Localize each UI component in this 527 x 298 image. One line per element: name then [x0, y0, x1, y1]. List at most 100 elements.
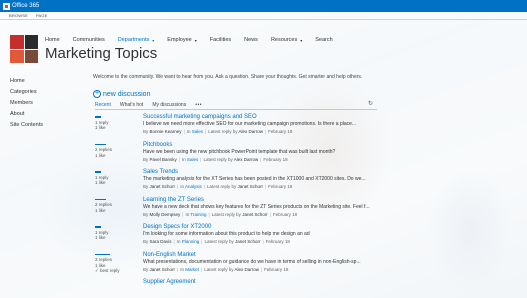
- nav-item-news[interactable]: News: [244, 37, 258, 43]
- nav-item-label: Facilities: [209, 37, 232, 43]
- discussion-title-link[interactable]: Supplier Agreement: [143, 278, 393, 286]
- author-link[interactable]: Janet Schorr: [150, 184, 176, 189]
- latest-reply-label: Latest reply by: [204, 266, 234, 272]
- category-link[interactable]: Training: [190, 212, 206, 217]
- nav-item-employee[interactable]: Employee ▾: [167, 37, 196, 43]
- discussion-stats: 2 replies 1 like: [95, 143, 137, 159]
- discussion-title-link[interactable]: Non-English Market: [143, 251, 393, 259]
- caret-down-icon: ▾: [194, 37, 197, 43]
- last-reply-author[interactable]: Janet Schorr: [242, 212, 268, 217]
- nav-item-search[interactable]: Search: [315, 37, 332, 43]
- last-reply-author[interactable]: Alex Darrow: [238, 129, 263, 134]
- office365-logo[interactable]: Office 365: [3, 2, 39, 10]
- reply-date: February 18: [268, 129, 293, 134]
- sidebar-item-site-contents[interactable]: Site Contents: [10, 120, 43, 131]
- nav-item-facilities[interactable]: Facilities: [210, 37, 231, 43]
- separator: |: [201, 239, 203, 244]
- discussion-item: 2 replies 1 like Pitchbooks Have we been us…: [95, 141, 395, 169]
- separator: |: [183, 129, 185, 134]
- latest-reply-label: Latest reply by: [206, 184, 237, 189]
- reply-date: February 18: [265, 239, 290, 244]
- nav-item-resources[interactable]: Resources ▾: [271, 37, 302, 43]
- stat-likes: 1 like: [95, 207, 106, 213]
- sidebar-item-home[interactable]: Home: [10, 76, 43, 87]
- reply-date: February 18: [268, 184, 293, 189]
- reply-date: February 18: [272, 211, 298, 217]
- separator: |: [205, 129, 207, 134]
- nav-item-home[interactable]: Home: [45, 37, 60, 43]
- separator: |: [262, 239, 264, 244]
- author-link[interactable]: Bonnie Kearney: [150, 129, 182, 134]
- stat-likes: 1 like: [95, 152, 106, 158]
- separator: |: [200, 156, 202, 162]
- discussion-content: Design Specs for XT2000 I'm looking for s…: [143, 223, 393, 245]
- page-title: Marketing Topics: [45, 45, 158, 62]
- discussion-excerpt: We have a new deck that shows key featur…: [143, 203, 370, 210]
- category-link[interactable]: Planning: [182, 239, 200, 244]
- tab-my-discussions[interactable]: My discussions: [152, 102, 186, 108]
- more-options-icon[interactable]: •••: [195, 102, 202, 108]
- new-discussion-button[interactable]: + new discussion: [93, 90, 150, 98]
- nav-item-departments[interactable]: Departments ▾: [118, 37, 155, 43]
- discussion-meta: By Janet Schorr | In Analysis | Latest reply…: [143, 183, 393, 190]
- site-logo[interactable]: [10, 35, 38, 63]
- last-reply-author[interactable]: Alex Darrow: [234, 267, 259, 272]
- in-label: In: [180, 266, 184, 272]
- separator: |: [201, 266, 203, 272]
- discussion-excerpt: I believe we need more effective SEO for…: [143, 121, 357, 127]
- last-reply-author[interactable]: Janet Schorr: [237, 184, 263, 189]
- sidebar-item-members[interactable]: Members: [10, 98, 43, 109]
- author-link[interactable]: Pavel Bansky: [150, 157, 177, 162]
- ribbon-tabs: BROWSE PAGE: [0, 12, 527, 20]
- discussion-title-link[interactable]: Design Specs for XT2000: [143, 223, 393, 231]
- author-link[interactable]: Sara Davis: [150, 239, 172, 244]
- discussion-stats: 1 reply 1 like: [95, 116, 137, 131]
- separator: |: [177, 266, 179, 272]
- top-navigation: Home Communities Departments ▾ Employee ▾ Faci…: [45, 37, 346, 43]
- activity-bar: [95, 198, 106, 201]
- discussion-excerpt: The marketing analysis for the XT Series…: [143, 176, 366, 182]
- sidebar-item-categories[interactable]: Categories: [10, 87, 43, 98]
- nav-item-label: News: [244, 37, 258, 43]
- separator: |: [203, 184, 205, 189]
- category-link[interactable]: Analysis: [185, 184, 202, 189]
- last-reply-author[interactable]: Alex Darrow: [234, 157, 259, 162]
- separator: |: [182, 211, 184, 217]
- discussion-item: 1 reply 1 like Sales Trends The marketing a…: [95, 168, 395, 196]
- by-label: By: [143, 129, 149, 134]
- by-label: By: [143, 239, 149, 244]
- author-link[interactable]: Molly Dempsey: [150, 212, 181, 217]
- last-reply-author[interactable]: Janet Schorr: [235, 239, 261, 244]
- nav-item-label: Search: [315, 37, 333, 43]
- nav-item-label: Communities: [72, 37, 105, 43]
- discussion-content: Pitchbooks Have we been using the new pit…: [143, 141, 393, 163]
- discussion-item: 3 replies 1 like ✓ best reply Non-English M…: [95, 251, 395, 279]
- category-link[interactable]: Sales: [192, 129, 203, 134]
- separator: |: [177, 184, 179, 189]
- tab-recent[interactable]: Recent: [95, 102, 111, 108]
- tabs-divider: [95, 109, 377, 110]
- category-link[interactable]: Sales: [187, 157, 198, 162]
- separator: |: [178, 156, 180, 162]
- ribbon-tab-page[interactable]: PAGE: [36, 13, 48, 18]
- tab-whats-hot[interactable]: What's hot: [120, 102, 143, 108]
- discussion-title-link[interactable]: Learning the ZT Series: [143, 196, 393, 204]
- discussion-content: Sales Trends The marketing analysis for t…: [143, 168, 393, 190]
- plus-icon: +: [93, 90, 101, 98]
- discussion-content: Non-English Market What presentations, do…: [143, 251, 393, 273]
- refresh-icon[interactable]: ↻: [368, 100, 373, 107]
- discussion-content: Learning the ZT Series We have a new deck…: [143, 196, 393, 218]
- ribbon-tab-browse[interactable]: BROWSE: [9, 13, 28, 18]
- nav-item-label: Departments: [117, 37, 150, 43]
- nav-item-communities[interactable]: Communities: [73, 37, 105, 43]
- discussion-item: 1 reply 1 like Successful marketing campai…: [95, 113, 395, 141]
- category-link[interactable]: Market: [185, 267, 199, 272]
- separator: |: [173, 239, 175, 244]
- author-link[interactable]: Janet Schorr: [150, 267, 176, 272]
- welcome-message: Welcome to the community. We want to hea…: [93, 74, 363, 80]
- discussion-title-link[interactable]: Successful marketing campaigns and SEO: [143, 113, 393, 121]
- sidebar-item-about[interactable]: About: [10, 109, 43, 120]
- discussion-title-link[interactable]: Pitchbooks: [143, 141, 393, 149]
- new-discussion-label: new discussion: [103, 90, 151, 98]
- discussion-title-link[interactable]: Sales Trends: [143, 168, 393, 176]
